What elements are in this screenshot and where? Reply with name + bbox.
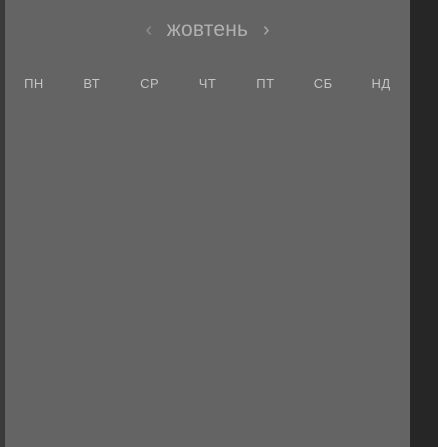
next-month-button[interactable]: ›	[254, 14, 278, 46]
chevron-right-icon: ›	[262, 19, 270, 41]
calendar-panel: ‹ жовтень › ПН ВТ СР ЧТ ПТ СБ НД	[5, 0, 410, 447]
weekday-header-row: ПН ВТ СР ЧТ ПТ СБ НД	[5, 73, 410, 95]
window-right-background	[410, 0, 438, 447]
weekday-sun: НД	[371, 76, 391, 91]
prev-month-button[interactable]: ‹	[137, 14, 161, 46]
weekday-thu: ЧТ	[198, 76, 217, 91]
month-header: ‹ жовтень ›	[5, 14, 410, 46]
weekday-wed: СР	[140, 76, 160, 91]
weekday-mon: ПН	[24, 76, 44, 91]
weekday-tue: ВТ	[83, 76, 101, 91]
day-grid	[5, 100, 410, 440]
weekday-fri: ПТ	[256, 76, 275, 91]
weekday-sat: СБ	[313, 76, 333, 91]
month-title: жовтень	[166, 18, 249, 41]
chevron-left-icon: ‹	[145, 19, 153, 41]
